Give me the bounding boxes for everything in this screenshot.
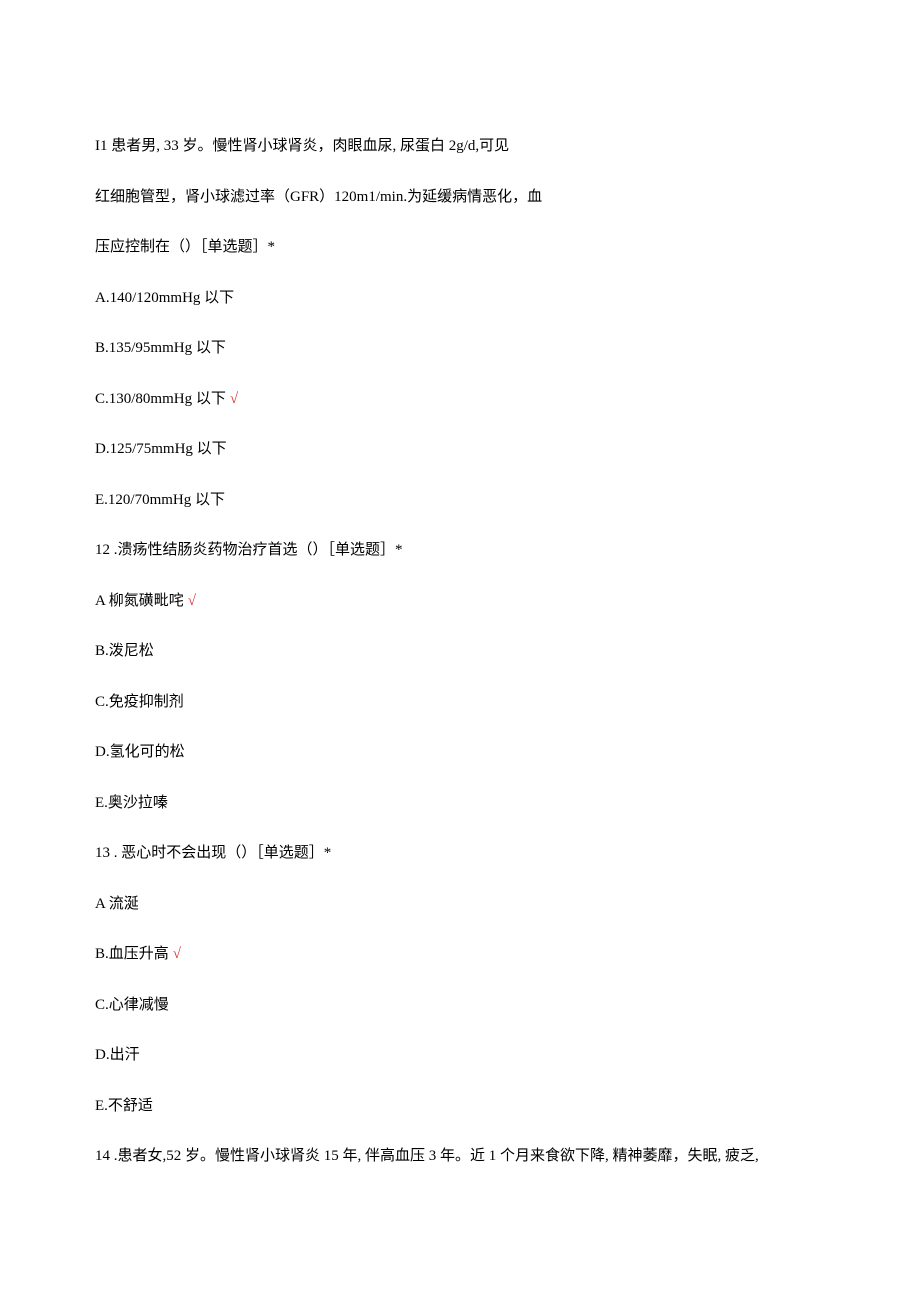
check-mark-icon: √ bbox=[230, 391, 238, 407]
option: C.心律减慢 bbox=[95, 994, 825, 1017]
option-text: D.125/75mmHg 以下 bbox=[95, 441, 227, 457]
option-text: C.心律减慢 bbox=[95, 997, 169, 1013]
question-block: I1 患者男, 33 岁。慢性肾小球肾炎，肉眼血尿, 尿蛋白 2g/d,可见红细… bbox=[95, 135, 825, 511]
option: C.130/80mmHg 以下√ bbox=[95, 388, 825, 411]
option-text: E.奥沙拉嗪 bbox=[95, 795, 168, 811]
option: D.125/75mmHg 以下 bbox=[95, 438, 825, 461]
option: C.免疫抑制剂 bbox=[95, 691, 825, 714]
check-mark-icon: √ bbox=[173, 946, 181, 962]
option: D.出汗 bbox=[95, 1044, 825, 1067]
question-block: 13 . 恶心时不会出现（）［单选题］* A 流涎 B.血压升高√ C.心律减慢 D.出… bbox=[95, 842, 825, 1117]
check-mark-icon: √ bbox=[188, 593, 196, 609]
option: B.泼尼松 bbox=[95, 640, 825, 663]
document-content: I1 患者男, 33 岁。慢性肾小球肾炎，肉眼血尿, 尿蛋白 2g/d,可见红细… bbox=[95, 135, 825, 1168]
option-text: A.140/120mmHg 以下 bbox=[95, 290, 234, 306]
option-text: C.130/80mmHg 以下 bbox=[95, 391, 226, 407]
question-stem-line: 14 .患者女,52 岁。慢性肾小球肾炎 15 年, 伴高血压 3 年。近 1 … bbox=[95, 1145, 825, 1168]
question-block: 14 .患者女,52 岁。慢性肾小球肾炎 15 年, 伴高血压 3 年。近 1 … bbox=[95, 1145, 825, 1168]
option-text: B.泼尼松 bbox=[95, 643, 154, 659]
option-text: B.135/95mmHg 以下 bbox=[95, 340, 226, 356]
option-text: E.不舒适 bbox=[95, 1098, 153, 1114]
option: E.奥沙拉嗪 bbox=[95, 792, 825, 815]
option: B.135/95mmHg 以下 bbox=[95, 337, 825, 360]
question-block: 12 .溃疡性结肠炎药物治疗首选（）［单选题］* A 柳氮磺毗咤√ B.泼尼松 C.免… bbox=[95, 539, 825, 814]
question-stem-line: I1 患者男, 33 岁。慢性肾小球肾炎，肉眼血尿, 尿蛋白 2g/d,可见 bbox=[95, 135, 825, 158]
question-stem-line: 12 .溃疡性结肠炎药物治疗首选（）［单选题］* bbox=[95, 539, 825, 562]
option-text: A 流涎 bbox=[95, 896, 139, 912]
question-stem-line: 压应控制在（）［单选题］* bbox=[95, 236, 825, 259]
option: B.血压升高√ bbox=[95, 943, 825, 966]
option-text: C.免疫抑制剂 bbox=[95, 694, 184, 710]
option-text: D.出汗 bbox=[95, 1047, 140, 1063]
option: D.氢化可的松 bbox=[95, 741, 825, 764]
question-stem-line: 13 . 恶心时不会出现（）［单选题］* bbox=[95, 842, 825, 865]
option-text: B.血压升高 bbox=[95, 946, 169, 962]
option-text: D.氢化可的松 bbox=[95, 744, 185, 760]
option: A.140/120mmHg 以下 bbox=[95, 287, 825, 310]
option: A 柳氮磺毗咤√ bbox=[95, 590, 825, 613]
option: E.不舒适 bbox=[95, 1095, 825, 1118]
option: E.120/70mmHg 以下 bbox=[95, 489, 825, 512]
option-text: A 柳氮磺毗咤 bbox=[95, 593, 184, 609]
question-stem-line: 红细胞管型，肾小球滤过率（GFR）120m1/min.为延缓病情恶化，血 bbox=[95, 186, 825, 209]
option: A 流涎 bbox=[95, 893, 825, 916]
option-text: E.120/70mmHg 以下 bbox=[95, 492, 225, 508]
